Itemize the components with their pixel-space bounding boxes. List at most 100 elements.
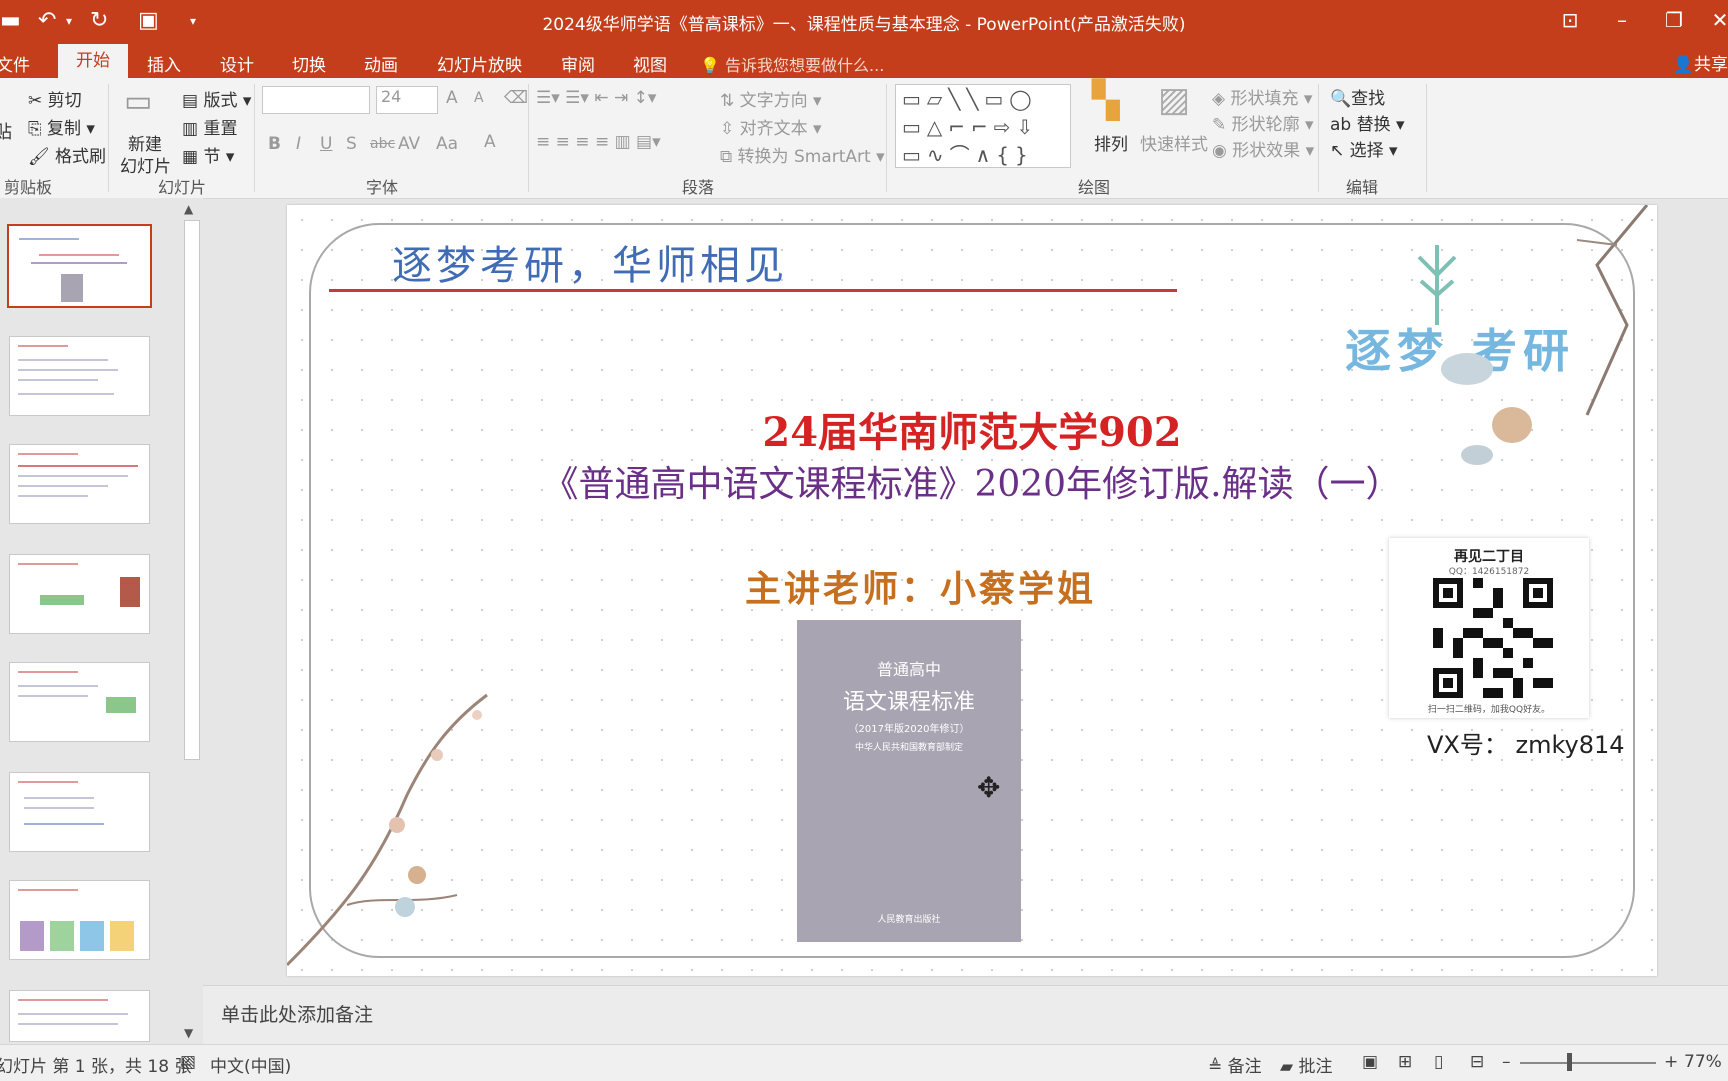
- change-case-button[interactable]: Aa: [436, 134, 458, 154]
- leaf-logo-icon: [1417, 245, 1457, 325]
- bullets-icon[interactable]: ☰▾ ☰▾ ⇤ ⇥ ↕▾: [536, 88, 656, 108]
- thumbnail-scrollbar[interactable]: ▲ ▼: [181, 198, 203, 1044]
- shape-outline-button[interactable]: ✎ 形状轮廓 ▾: [1212, 110, 1314, 135]
- divider: [108, 84, 109, 192]
- slide-sorter-icon[interactable]: ⊞: [1398, 1052, 1412, 1072]
- italic-button[interactable]: I: [296, 134, 301, 154]
- slide-title-line1: 24届华南师范大学902: [762, 409, 1182, 456]
- scrollbar-thumb[interactable]: [184, 220, 200, 760]
- tab-review[interactable]: 审阅: [561, 51, 595, 76]
- tab-design[interactable]: 设计: [220, 51, 254, 76]
- font-color-button[interactable]: A: [484, 132, 496, 152]
- zoom-slider-thumb[interactable]: [1567, 1053, 1572, 1071]
- format-painter-label: 格式刷: [55, 147, 106, 167]
- shape-effects-button[interactable]: ◉ 形状效果 ▾: [1212, 136, 1314, 161]
- layout-button[interactable]: ▤ 版式 ▾: [182, 86, 251, 111]
- close-icon[interactable]: ✕: [1700, 8, 1728, 32]
- slide-thumbnail-3[interactable]: [9, 444, 150, 524]
- shapes-gallery[interactable]: ▭▱╲╲▭◯ ▭△⌐⌐⇨⇩ ▭∿⌒∧{}: [895, 84, 1071, 168]
- slide-thumbnail-8[interactable]: [9, 990, 150, 1042]
- reading-view-icon[interactable]: ▯: [1434, 1052, 1443, 1072]
- font-name-combo[interactable]: [262, 86, 370, 114]
- group-font: 字体: [366, 178, 399, 197]
- replace-button[interactable]: ab 替换 ▾: [1330, 110, 1405, 135]
- share-button[interactable]: 👤共享: [1673, 50, 1728, 75]
- select-button[interactable]: ↖ 选择 ▾: [1330, 136, 1398, 161]
- minimize-icon[interactable]: –: [1602, 8, 1642, 32]
- tell-me-search[interactable]: 💡 告诉我您想要做什么...: [700, 52, 884, 76]
- restore-icon[interactable]: ❐: [1654, 8, 1694, 32]
- smartart-button[interactable]: ⧉ 转换为 SmartArt ▾: [720, 142, 885, 167]
- notes-toggle[interactable]: ≜ 备注: [1208, 1052, 1262, 1077]
- copy-button[interactable]: ⎘ 复制 ▾: [28, 114, 95, 139]
- scissors-icon: ✂: [28, 91, 43, 111]
- tab-animations[interactable]: 动画: [364, 51, 398, 76]
- slide-thumbnail-7[interactable]: [9, 880, 150, 960]
- reset-button[interactable]: ▥ 重置: [182, 114, 237, 139]
- qr-name: 再见二丁目: [1454, 549, 1524, 565]
- align-icons[interactable]: ≡ ≡ ≡ ≡ ▥ ▤▾: [536, 132, 661, 152]
- language-label[interactable]: 中文(中国): [210, 1052, 291, 1077]
- zoom-out-icon[interactable]: –: [1502, 1052, 1511, 1072]
- divider: [1318, 84, 1319, 192]
- bold-button[interactable]: B: [268, 134, 281, 154]
- text-direction-button[interactable]: ⇅ 文字方向 ▾: [720, 86, 822, 111]
- shape-fill-button[interactable]: ◈ 形状填充 ▾: [1212, 84, 1312, 109]
- book-publisher: 人民教育出版社: [877, 915, 941, 925]
- strikethrough-button[interactable]: abc: [370, 136, 395, 152]
- slide-thumbnail-4[interactable]: [9, 554, 150, 634]
- cut-label: 剪切: [47, 91, 82, 111]
- arrange-button[interactable]: 排列: [1094, 130, 1128, 155]
- quick-styles-button[interactable]: 快速样式: [1140, 130, 1208, 155]
- normal-view-icon[interactable]: ▣: [1362, 1052, 1378, 1072]
- spellcheck-icon[interactable]: ▧: [180, 1052, 196, 1072]
- scroll-down-icon[interactable]: ▼: [184, 1026, 193, 1040]
- tab-slideshow[interactable]: 幻灯片放映: [437, 51, 522, 76]
- slideshow-view-icon[interactable]: ⊟: [1470, 1052, 1484, 1072]
- shrink-font-button[interactable]: A: [474, 90, 484, 106]
- shape-effects-label: 形状效果: [1232, 141, 1301, 161]
- grow-font-button[interactable]: A: [446, 88, 458, 108]
- book-line3: （2017年版2020年修订）: [848, 724, 970, 735]
- comments-toggle[interactable]: ▰ 批注: [1280, 1052, 1332, 1077]
- zoom-slider[interactable]: [1520, 1062, 1656, 1064]
- section-button[interactable]: ▦ 节 ▾: [182, 142, 234, 167]
- slide-thumbnail-6[interactable]: [9, 772, 150, 852]
- search-icon: 🔍: [1330, 89, 1352, 109]
- divider: [254, 84, 255, 192]
- align-text-icon: ⇳: [720, 119, 735, 139]
- arrange-icon: ▚: [1092, 80, 1120, 121]
- find-button[interactable]: 🔍查找: [1330, 84, 1385, 109]
- slide-canvas[interactable]: 逐梦考研，华师相见 逐梦 考研 24届华南师范大学902 《普通高中语文课程标准…: [287, 205, 1657, 976]
- char-spacing-button[interactable]: AV: [398, 134, 420, 154]
- slide-thumbnail-2[interactable]: [9, 336, 150, 416]
- replace-icon: ab: [1330, 115, 1352, 135]
- zoom-level[interactable]: 77%: [1684, 1052, 1722, 1072]
- layout-label: 版式: [203, 91, 238, 111]
- tab-file[interactable]: 文件: [0, 51, 30, 76]
- status-bar: 幻灯片 第 1 张，共 18 张 ▧ 中文(中国) ≜ 备注 ▰ 批注 ▣ ⊞ …: [0, 1044, 1728, 1081]
- person-icon: 👤: [1672, 55, 1694, 75]
- ribbon-display-icon[interactable]: ⊡: [1550, 8, 1590, 32]
- teacher-name: 主讲老师：小蔡学姐: [745, 569, 1097, 610]
- qr-card: 再见二丁目 QQ：1426151872 扫一扫二维码，加我QQ好友。: [1389, 538, 1589, 718]
- font-size-combo[interactable]: 24: [376, 86, 438, 114]
- clear-format-icon[interactable]: ⌫: [504, 88, 528, 108]
- tab-insert[interactable]: 插入: [147, 51, 181, 76]
- align-text-button[interactable]: ⇳ 对齐文本 ▾: [720, 114, 822, 139]
- cut-button[interactable]: ✂ 剪切: [28, 86, 82, 111]
- format-painter-button[interactable]: 🖌 格式刷: [28, 142, 106, 167]
- zoom-in-icon[interactable]: +: [1664, 1052, 1678, 1072]
- scroll-up-icon[interactable]: ▲: [184, 202, 193, 216]
- reset-label: 重置: [203, 119, 238, 139]
- paste-button[interactable]: 贴: [0, 118, 12, 144]
- slide-thumbnail-5[interactable]: [9, 662, 150, 742]
- ribbon-tabs: 文件 开始 插入 设计 切换 动画 幻灯片放映 审阅 视图 💡 告诉我您想要做什…: [0, 44, 1728, 78]
- tab-transitions[interactable]: 切换: [292, 51, 326, 76]
- slide-thumbnail-1[interactable]: [7, 224, 152, 308]
- notes-pane[interactable]: 单击此处添加备注: [203, 985, 1728, 1045]
- shadow-button[interactable]: S: [346, 134, 357, 154]
- tab-view[interactable]: 视图: [633, 51, 667, 76]
- underline-button[interactable]: U: [320, 134, 332, 154]
- tab-home[interactable]: 开始: [58, 44, 128, 78]
